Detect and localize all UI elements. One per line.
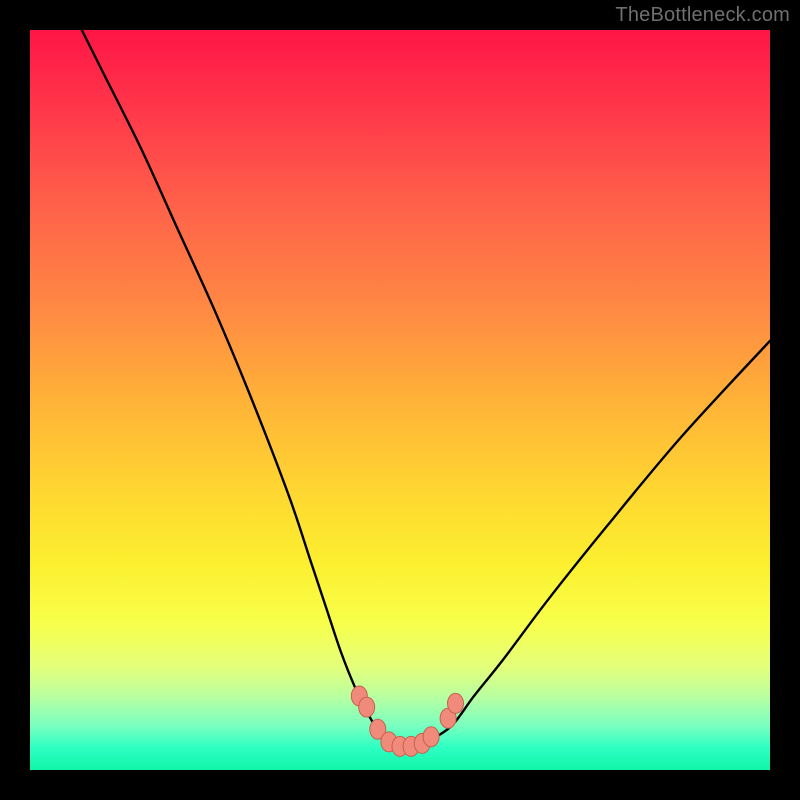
marker-dot	[448, 693, 464, 713]
chart-svg	[30, 30, 770, 770]
plot-area	[30, 30, 770, 770]
marker-dot	[423, 727, 439, 747]
bottleneck-curve	[82, 30, 770, 749]
highlight-markers	[351, 686, 463, 756]
marker-dot	[359, 697, 375, 717]
watermark-text: TheBottleneck.com	[615, 4, 790, 27]
chart-frame: TheBottleneck.com	[0, 0, 800, 800]
